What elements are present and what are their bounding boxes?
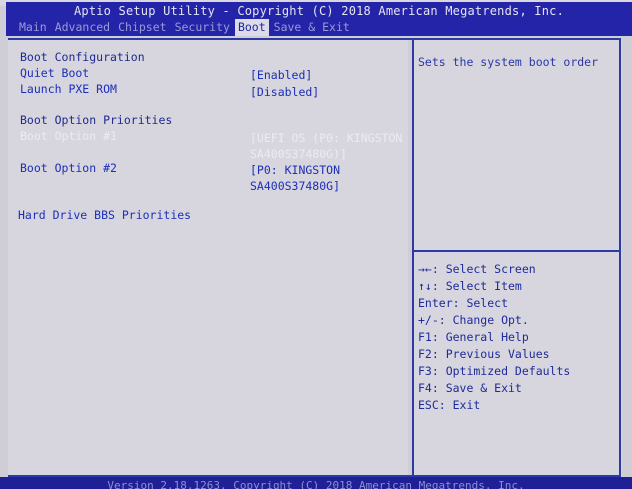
key-optimized-defaults: F3: Optimized Defaults — [418, 364, 571, 378]
boot-option-2-value-line1[interactable]: [P0: KINGSTON — [250, 162, 340, 178]
key-previous-values: F2: Previous Values — [418, 347, 550, 361]
launch-pxe-rom-label[interactable]: Launch PXE ROM — [20, 81, 117, 97]
key-esc-exit: ESC: Exit — [418, 398, 481, 412]
quiet-boot-value[interactable]: [Enabled] — [250, 67, 312, 83]
tab-chipset[interactable]: Chipset — [115, 19, 169, 36]
help-description: Sets the system boot order — [418, 55, 599, 69]
key-select-item: ↑↓: Select Item — [418, 279, 522, 293]
launch-pxe-rom-value[interactable]: [Disabled] — [250, 84, 319, 100]
tab-advanced[interactable]: Advanced — [52, 19, 113, 36]
app-title: Aptio Setup Utility - Copyright (C) 2018… — [73, 4, 565, 18]
tab-boot[interactable]: Boot — [234, 19, 269, 36]
boot-option-2-value-line2[interactable]: SA400S37480G] — [250, 178, 340, 194]
tab-security[interactable]: Security — [172, 19, 233, 36]
quiet-boot-label[interactable]: Quiet Boot — [20, 65, 89, 81]
help-divider — [414, 250, 619, 252]
boot-configuration-heading: Boot Configuration — [20, 50, 145, 64]
key-save-exit: F4: Save & Exit — [418, 381, 522, 395]
tab-bar: Main Advanced Chipset Security Boot Save… — [16, 19, 355, 36]
tab-main[interactable]: Main — [16, 19, 50, 36]
key-select-screen: →←: Select Screen — [418, 262, 536, 276]
version-text: Version 2.18.1263. Copyright (C) 2018 Am… — [107, 479, 525, 489]
title-bar: Aptio Setup Utility - Copyright (C) 2018… — [6, 2, 632, 36]
key-change-option: +/-: Change Opt. — [418, 313, 529, 327]
tab-save-exit[interactable]: Save & Exit — [271, 19, 353, 36]
boot-option-1-value-line1[interactable]: [UEFI OS (P0: KINGSTON — [250, 130, 402, 146]
version-bar: Version 2.18.1263. Copyright (C) 2018 Am… — [0, 477, 632, 489]
hard-drive-bbs-priorities-link[interactable]: Hard Drive BBS Priorities — [18, 207, 191, 223]
key-legend: →←: Select Screen ↑↓: Select Item Enter:… — [418, 261, 570, 414]
key-enter-select: Enter: Select — [418, 296, 509, 310]
key-general-help: F1: General Help — [418, 330, 529, 344]
frame-right-border — [619, 38, 621, 477]
boot-option-1-label[interactable]: Boot Option #1 — [20, 128, 117, 144]
boot-option-priorities-heading: Boot Option Priorities — [20, 113, 173, 127]
boot-option-2-label[interactable]: Boot Option #2 — [20, 160, 117, 176]
boot-option-1-value-line2[interactable]: SA400S37480G)] — [250, 146, 347, 162]
settings-panel — [8, 40, 408, 477]
